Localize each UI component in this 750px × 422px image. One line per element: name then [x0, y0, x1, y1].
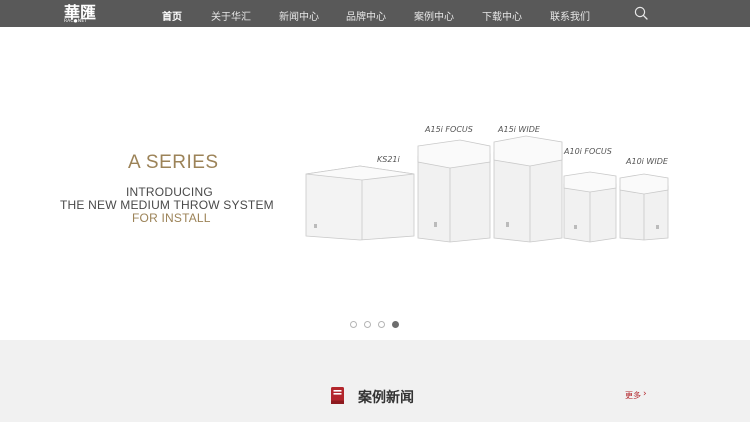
- site-header: 華匯 RAC●NET 首页 关于华汇 新闻中心 品牌中心 案例中心 下载中心 联…: [0, 0, 750, 27]
- product-lineup-image: KS21i A15i FOCUS A15i WIDE A10i FOCUS A1…: [305, 125, 669, 243]
- carousel-pagination: [350, 321, 399, 329]
- carousel-dot-4[interactable]: [392, 321, 399, 328]
- chevron-right-icon[interactable]: ›: [643, 389, 647, 399]
- speaker-a15i-wide: [493, 135, 563, 243]
- nav-item-home[interactable]: 首页: [162, 8, 182, 23]
- search-icon[interactable]: [634, 6, 648, 20]
- speaker-a10i-wide: [619, 173, 669, 241]
- logo-subtext: RAC●NET: [64, 19, 88, 24]
- label-ks21i: KS21i: [377, 155, 401, 164]
- label-a15i-wide: A15i WIDE: [497, 125, 541, 134]
- label-a15i-focus: A15i FOCUS: [424, 125, 473, 134]
- hero-line-2: THE NEW MEDIUM THROW SYSTEM: [60, 198, 274, 212]
- nav-item-downloads[interactable]: 下载中心: [482, 8, 522, 23]
- case-news-section: 案例新闻 更多 ›: [0, 340, 750, 422]
- hero-title: A SERIES: [128, 152, 219, 173]
- section-title: 案例新闻: [358, 390, 414, 406]
- hero-line-1: INTRODUCING: [126, 185, 213, 199]
- carousel-dot-3[interactable]: [378, 321, 385, 328]
- hero-banner[interactable]: A SERIES INTRODUCING THE NEW MEDIUM THRO…: [0, 27, 750, 340]
- nav-item-cases[interactable]: 案例中心: [414, 8, 454, 23]
- nav-item-news[interactable]: 新闻中心: [279, 8, 319, 23]
- speaker-a10i-focus: [563, 171, 617, 243]
- hero-line-3: FOR INSTALL: [132, 211, 211, 225]
- more-link[interactable]: 更多: [625, 390, 641, 401]
- label-a10i-focus: A10i FOCUS: [563, 147, 612, 156]
- brand-logo[interactable]: 華匯 RAC●NET: [64, 2, 98, 26]
- carousel-dot-2[interactable]: [364, 321, 371, 328]
- speaker-a15i-focus: [417, 139, 491, 243]
- nav-item-contact[interactable]: 联系我们: [550, 8, 590, 23]
- nav-item-about[interactable]: 关于华汇: [211, 8, 251, 23]
- speaker-ks21i: [305, 165, 415, 241]
- book-icon: [331, 387, 344, 404]
- nav-item-brands[interactable]: 品牌中心: [346, 8, 386, 23]
- carousel-dot-1[interactable]: [350, 321, 357, 328]
- label-a10i-wide: A10i WIDE: [625, 157, 669, 166]
